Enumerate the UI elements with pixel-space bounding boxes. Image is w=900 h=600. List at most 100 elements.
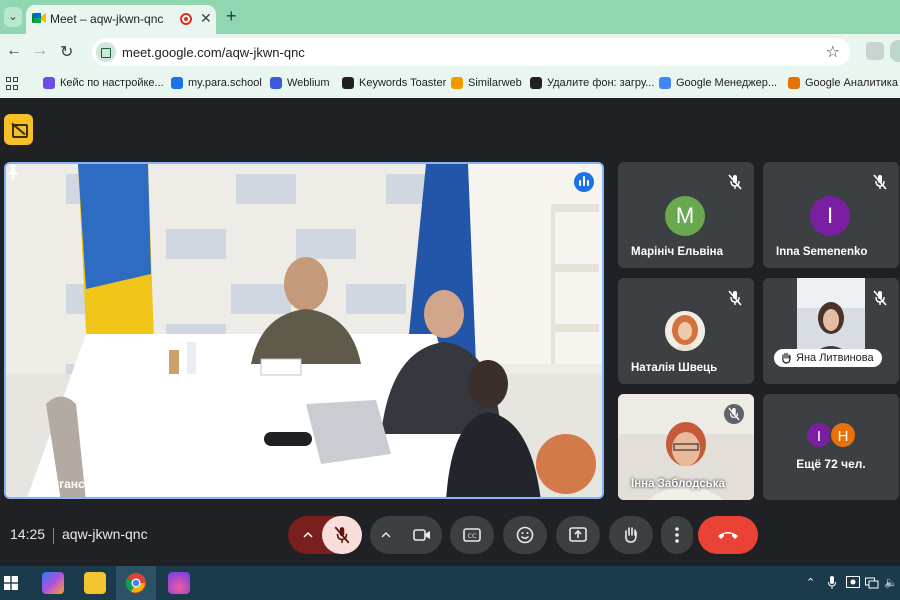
participant-tile[interactable]: M Марініч Ельвіна [618,162,754,268]
tab-search-button[interactable]: ⌄ [4,7,22,27]
bookmark-remove-bg[interactable]: Удалите фон: загру... [530,77,654,89]
captions-button[interactable]: CC [450,516,494,554]
active-tab[interactable]: Meet – aqw-jkwn-qnc ✕ [26,5,216,34]
bookmark-favicon-icon [270,77,282,89]
more-vert-icon [675,527,679,543]
mic-off-icon [728,174,742,190]
screen-capture-icon[interactable] [846,576,860,589]
browser-toolbar: ← → ↻ meet.google.com/aqw-jkwn-qnc ☆ [0,34,900,70]
participant-name: Яна Литвинова [796,352,874,364]
paint-app-icon[interactable] [168,572,190,594]
windows-start-icon[interactable] [4,576,18,590]
recording-icon [180,13,192,25]
extension-icon[interactable] [866,42,884,60]
participant-name: Наталія Швець [631,362,718,374]
participant-tile[interactable]: I Inna Semenenko [763,162,899,268]
participant-tile[interactable]: Інна Заблодська [618,394,754,500]
more-options-button[interactable] [661,516,693,554]
forward-arrow-icon[interactable]: → [32,42,48,60]
mic-off-icon [873,174,887,190]
taskbar-active-app[interactable] [116,566,156,600]
meeting-code: aqw-jkwn-qnc [62,526,148,542]
chevron-up-icon[interactable] [303,531,313,539]
raise-hand-icon [625,527,637,543]
bookmark-favicon-icon [43,77,55,89]
present-button[interactable] [556,516,600,554]
present-screen-icon [569,527,587,542]
network-icon[interactable] [865,576,879,589]
bookmark-keywords-toaster[interactable]: Keywords Toaster [342,77,446,89]
mic-off-icon [728,407,740,421]
bookmarks-bar: Кейс по настройке... my.para.school Webl… [0,70,900,98]
bookmark-favicon-icon [788,77,800,89]
main-video-tile[interactable]: Луганська ОВА [4,162,604,499]
raised-hand-icon [782,352,791,364]
reactions-button[interactable] [503,516,547,554]
new-tab-button[interactable]: + [226,6,237,27]
apps-grid-icon[interactable] [6,77,19,90]
reload-icon[interactable]: ↻ [60,42,73,62]
os-taskbar: ⌃ 🔈 [0,566,900,600]
chevron-up-icon[interactable]: ⌃ [806,576,815,589]
volume-icon[interactable]: 🔈 [884,576,898,589]
microphone-icon[interactable] [828,576,836,589]
divider [53,528,54,544]
more-participants-tile[interactable]: I Н Ещё 72 чел. [763,394,899,500]
mic-off-icon [334,526,350,544]
participant-name: Inna Semenenko [776,246,868,258]
bookmark-favicon-icon [171,77,183,89]
avatar: Н [829,421,857,449]
main-participant-name: Луганська ОВА [44,477,135,491]
raise-hand-button[interactable] [609,516,653,554]
bookmark-keys[interactable]: Кейс по настройке... [43,77,164,89]
raised-hand-chip: Яна Литвинова [774,349,882,367]
meeting-clock: 14:25 [10,526,46,542]
bookmark-favicon-icon [659,77,671,89]
host-controls-icon[interactable] [4,114,33,145]
file-explorer-icon[interactable] [84,572,106,594]
avatar: I [810,196,850,236]
avatar [665,311,705,351]
bookmark-analytics[interactable]: Google Аналитика [788,77,898,89]
participant-tile[interactable]: Яна Литвинова [763,278,899,384]
mic-off-icon [728,290,742,306]
chevron-up-icon[interactable] [381,531,391,539]
mic-off-badge [724,404,744,424]
bookmark-para-school[interactable]: my.para.school [171,77,262,89]
more-participants-label: Ещё 72 чел. [796,457,866,471]
mic-off-button[interactable] [322,516,362,554]
participant-name: Інна Заблодська [631,478,725,490]
back-arrow-icon[interactable]: ← [6,42,22,60]
participant-name: Марініч Ельвіна [631,246,723,258]
meet-favicon-icon [32,13,46,23]
url-text[interactable]: meet.google.com/aqw-jkwn-qnc [122,45,305,60]
speaking-indicator-icon [574,172,594,192]
bookmark-favicon-icon [342,77,354,89]
tab-strip: ⌄ Meet – aqw-jkwn-qnc ✕ + [0,0,900,34]
pin-icon[interactable] [6,164,20,180]
bookmark-star-icon[interactable]: ☆ [826,42,840,62]
bookmark-tag-manager[interactable]: Google Менеджер... [659,77,777,89]
close-tab-icon[interactable]: ✕ [200,10,212,27]
leave-call-button[interactable] [698,516,758,554]
camera-toggle-button[interactable] [402,516,442,554]
chrome-icon [125,573,146,593]
captions-icon: CC [463,528,481,542]
address-bar[interactable]: meet.google.com/aqw-jkwn-qnc ☆ [92,38,850,66]
profile-avatar[interactable] [890,40,900,62]
meet-stage: Луганська ОВА M Марініч Ельвіна I Inna S… [0,98,900,566]
participant-tile[interactable]: Наталія Швець [618,278,754,384]
webcam-feed [797,278,865,356]
video-camera-icon [413,529,430,541]
emoji-icon [516,526,534,544]
tab-title: Meet – aqw-jkwn-qnc [50,12,164,26]
bookmark-favicon-icon [530,77,542,89]
site-info-icon[interactable] [96,42,116,62]
conference-video [6,164,602,497]
bookmark-similarweb[interactable]: Similarweb [451,77,522,89]
avatar: M [665,196,705,236]
bookmark-weblium[interactable]: Weblium [270,77,330,89]
copilot-icon[interactable] [42,572,64,594]
profile-photo [665,311,705,351]
hang-up-icon [718,532,738,539]
